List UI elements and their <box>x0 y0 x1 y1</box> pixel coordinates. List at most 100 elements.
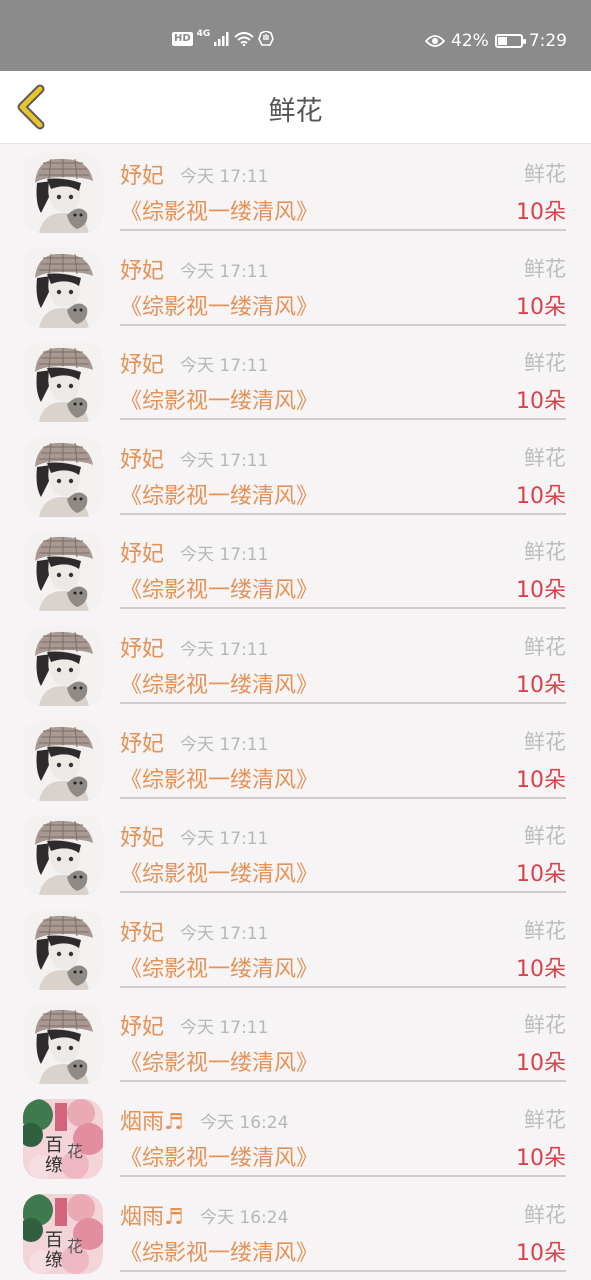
record-content: 妤妃 今天 17:11 鲜花《综影视一缕清风》 10朵 <box>120 712 566 799</box>
user-name[interactable]: 妤妃 <box>120 631 164 663</box>
record-time: 今天 17:11 <box>180 923 269 944</box>
gift-count: 10朵 <box>516 673 566 698</box>
record-time: 今天 16:24 <box>200 1113 289 1133</box>
book-title[interactable]: 《综影视一缕清风》 <box>120 289 318 321</box>
nav-bar: 鲜花 <box>0 71 591 144</box>
eye-icon <box>425 35 446 47</box>
cap-girl-avatar[interactable] <box>23 531 103 612</box>
cap-girl-avatar[interactable] <box>23 626 103 706</box>
clock: 7:29 <box>528 31 567 51</box>
gift-type: 鲜花 <box>524 1013 566 1038</box>
user-name[interactable]: 妤妃 <box>120 1009 164 1041</box>
book-title[interactable]: 《综影视一缕清风》 <box>120 1045 318 1077</box>
gift-type: 鲜花 <box>524 1202 566 1227</box>
gift-type: 鲜花 <box>524 445 566 470</box>
record-time: 今天 17:11 <box>180 640 269 660</box>
user-name[interactable]: 妤妃 <box>120 536 164 568</box>
record-content: 烟雨♬ 今天 16:24 鲜花 《综影视一缕清风》 10朵 <box>120 1090 566 1177</box>
user-name[interactable]: 妤妃 <box>120 820 164 852</box>
svg-text:缭: 缭 <box>45 1155 63 1176</box>
battery-icon <box>494 34 526 48</box>
gift-record-row[interactable]: 妤妃 今天 17:11 鲜花《综影视一缕清风》 10朵 <box>0 712 591 807</box>
gift-count: 10朵 <box>516 1240 566 1266</box>
gift-record-row[interactable]: 妤妃 今天 17:11 鲜花 《综影视一缕清风》 10朵 <box>0 144 591 239</box>
gift-record-row[interactable]: 妤妃 今天 17:11 鲜花 《综影视一缕清风》 10朵 <box>0 333 591 428</box>
gift-type: 鲜花 <box>524 540 566 565</box>
gift-type: 鲜花 <box>524 824 566 849</box>
wifi-icon <box>234 32 254 46</box>
book-title[interactable]: 《综影视一缕清风》 <box>120 572 318 604</box>
cap-girl-avatar[interactable] <box>23 436 103 517</box>
hd-badge: HD <box>172 32 193 46</box>
gift-count: 10朵 <box>516 862 566 888</box>
gift-record-row[interactable]: 妤妃 今天 17:11 鲜花《综影视一缕清风》 10朵 <box>0 617 591 712</box>
gift-count: 10朵 <box>516 200 566 225</box>
record-content: 妤妃 今天 17:11 鲜花 《综影视一缕清风》 10朵 <box>120 522 566 610</box>
record-content: 妤妃 今天 17:11 鲜花 《综影视一缕清风》 10朵 <box>120 995 566 1083</box>
gift-count: 10朵 <box>516 767 566 793</box>
book-title[interactable]: 《综影视一缕清风》 <box>120 1235 318 1267</box>
gift-record-row[interactable]: 百缭花烟雨♬ 今天 16:24 鲜花 《综影视一缕清风》 10朵 <box>0 1185 591 1280</box>
gift-record-row[interactable]: 妤妃 今天 17:11 鲜花 《综影视一缕清风》 10朵 <box>0 522 591 617</box>
book-title[interactable]: 《综影视一缕清风》 <box>120 383 318 415</box>
svg-text:花: 花 <box>67 1237 83 1256</box>
gift-record-row[interactable]: 妤妃 今天 17:11 鲜花《综影视一缕清风》 10朵 <box>0 428 591 523</box>
flower-book-cover-avatar[interactable]: 百缭花 <box>23 1193 103 1274</box>
gift-count: 10朵 <box>516 483 566 509</box>
book-title[interactable]: 《综影视一缕清风》 <box>120 951 318 983</box>
book-title[interactable]: 《综影视一缕清风》 <box>120 667 318 699</box>
user-name[interactable]: 妤妃 <box>120 726 164 758</box>
user-name[interactable]: 妤妃 <box>120 253 164 285</box>
book-title[interactable]: 《综影视一缕清风》 <box>120 856 318 888</box>
record-time: 今天 17:11 <box>180 734 269 755</box>
record-time: 今天 17:11 <box>180 829 269 850</box>
cap-girl-avatar[interactable] <box>23 153 103 233</box>
flower-book-cover-avatar[interactable]: 百缭花 <box>23 1099 103 1179</box>
gift-record-row[interactable]: 百缭花烟雨♬ 今天 16:24 鲜花 《综影视一缕清风》 10朵 <box>0 1090 591 1185</box>
user-name[interactable]: 妤妃 <box>120 442 164 474</box>
gift-count: 10朵 <box>516 1051 566 1077</box>
gift-record-row[interactable]: 妤妃 今天 17:11 鲜花 《综影视一缕清风》 10朵 <box>0 239 591 334</box>
book-title[interactable]: 《综影视一缕清风》 <box>120 194 318 226</box>
book-title[interactable]: 《综影视一缕清风》 <box>120 1140 318 1172</box>
cap-girl-avatar[interactable] <box>23 720 103 801</box>
gift-type: 鲜花 <box>524 635 566 659</box>
record-content: 妤妃 今天 17:11 鲜花 《综影视一缕清风》 10朵 <box>120 901 566 988</box>
gift-type: 鲜花 <box>524 256 566 281</box>
gift-type: 鲜花 <box>524 918 566 943</box>
cap-girl-avatar[interactable] <box>23 342 103 423</box>
battery-percent: 42% <box>451 31 489 51</box>
book-title[interactable]: 《综影视一缕清风》 <box>120 478 318 510</box>
user-name[interactable]: 妤妃 <box>120 347 164 379</box>
cap-girl-avatar[interactable] <box>23 815 103 896</box>
gift-record-row[interactable]: 妤妃 今天 17:11 鲜花 《综影视一缕清风》 10朵 <box>0 901 591 996</box>
gift-count: 10朵 <box>516 294 566 320</box>
gift-record-row[interactable]: 妤妃 今天 17:11 鲜花《综影视一缕清风》 10朵 <box>0 806 591 901</box>
user-name[interactable]: 烟雨♬ <box>120 1199 184 1231</box>
cap-girl-avatar[interactable] <box>23 909 103 990</box>
user-name[interactable]: 妤妃 <box>120 915 164 947</box>
user-name[interactable]: 烟雨♬ <box>120 1104 184 1136</box>
status-bar: HD 4G 42% 7:29 <box>0 0 591 71</box>
cap-girl-avatar[interactable] <box>23 247 103 328</box>
status-indicators: HD 4G <box>172 29 275 47</box>
gift-type: 鲜花 <box>524 351 566 376</box>
record-content: 妤妃 今天 17:11 鲜花 《综影视一缕清风》 10朵 <box>120 239 566 326</box>
record-time: 今天 17:11 <box>180 450 269 471</box>
record-content: 妤妃 今天 17:11 鲜花《综影视一缕清风》 10朵 <box>120 806 566 894</box>
svg-text:花: 花 <box>67 1142 83 1161</box>
battery-level <box>497 37 508 45</box>
network-type: 4G <box>196 29 211 39</box>
svg-text:百: 百 <box>45 1135 63 1156</box>
book-title[interactable]: 《综影视一缕清风》 <box>120 762 318 794</box>
record-time: 今天 17:11 <box>180 545 269 566</box>
gift-type: 鲜花 <box>524 1108 566 1132</box>
cap-girl-avatar[interactable] <box>23 1004 103 1085</box>
record-content: 妤妃 今天 17:11 鲜花 《综影视一缕清风》 10朵 <box>120 144 566 231</box>
page-title: 鲜花 <box>268 96 323 127</box>
record-content: 妤妃 今天 17:11 鲜花《综影视一缕清风》 10朵 <box>120 617 566 704</box>
gift-type: 鲜花 <box>524 729 566 754</box>
svg-text:缭: 缭 <box>45 1250 63 1271</box>
user-name[interactable]: 妤妃 <box>120 158 164 190</box>
gift-record-row[interactable]: 妤妃 今天 17:11 鲜花 《综影视一缕清风》 10朵 <box>0 995 591 1090</box>
